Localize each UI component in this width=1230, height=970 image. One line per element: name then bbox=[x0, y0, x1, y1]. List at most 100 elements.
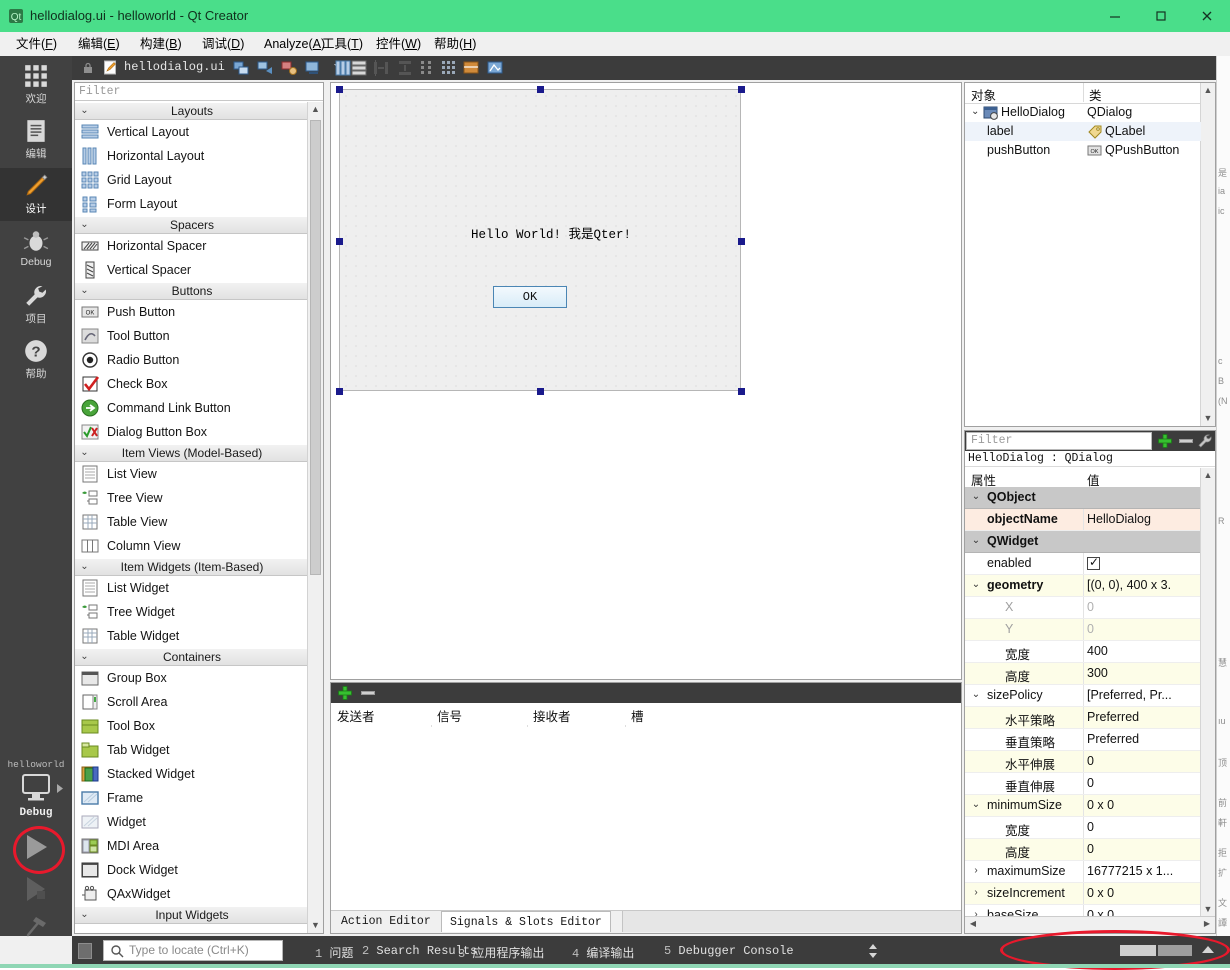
resize-handle-se[interactable] bbox=[738, 388, 745, 395]
property-row[interactable]: ⌄ QObject bbox=[965, 487, 1201, 509]
mode-welcome[interactable]: 欢迎 bbox=[0, 58, 72, 111]
property-row[interactable]: ⌄ geometry [(0, 0), 400 x 3. bbox=[965, 575, 1201, 597]
menu-调试[interactable]: 调试(D) bbox=[196, 35, 250, 53]
scroll-left-arrow[interactable]: ◀ bbox=[967, 919, 979, 930]
tab-action-editor[interactable]: Action Editor bbox=[333, 911, 439, 932]
close-button[interactable] bbox=[1184, 0, 1230, 32]
property-value[interactable]: 0 bbox=[1087, 842, 1094, 856]
layout-break-icon[interactable] bbox=[462, 59, 480, 77]
maximize-button[interactable] bbox=[1138, 0, 1184, 32]
widget-group-layouts[interactable]: ⌄ Layouts bbox=[75, 102, 309, 120]
scrollbar-thumb[interactable] bbox=[310, 120, 321, 575]
column-header-slot[interactable]: 槽 bbox=[631, 706, 644, 725]
property-row[interactable]: objectName HelloDialog bbox=[965, 509, 1201, 531]
output-pane-5[interactable]: 5 Debugger Console bbox=[664, 944, 794, 958]
property-row[interactable]: 垂直策略 Preferred bbox=[965, 729, 1201, 751]
mode-debug[interactable]: Debug bbox=[0, 223, 72, 276]
widget-group-containers[interactable]: ⌄ Containers bbox=[75, 648, 309, 666]
property-row[interactable]: 宽度 400 bbox=[965, 641, 1201, 663]
adjust-size-icon[interactable] bbox=[486, 59, 504, 77]
minus-icon[interactable] bbox=[1179, 439, 1193, 443]
chevron-down-icon[interactable]: ⌄ bbox=[971, 106, 979, 117]
property-row[interactable]: ⌄ minimumSize 0 x 0 bbox=[965, 795, 1201, 817]
column-header-receiver[interactable]: 接收者 bbox=[533, 706, 571, 725]
property-row[interactable]: › maximumSize 16777215 x 1... bbox=[965, 861, 1201, 883]
property-row[interactable]: 水平策略 Preferred bbox=[965, 707, 1201, 729]
property-value[interactable]: [(0, 0), 400 x 3. bbox=[1087, 578, 1171, 592]
widget-item-radio-button[interactable]: Radio Button bbox=[75, 348, 309, 372]
mode-edit[interactable]: 编辑 bbox=[0, 113, 72, 166]
menu-帮助[interactable]: 帮助(H) bbox=[428, 35, 482, 53]
widget-item-tree-view[interactable]: Tree View bbox=[75, 486, 309, 510]
scroll-down-arrow[interactable]: ▼ bbox=[1201, 902, 1215, 917]
form-pushbutton-widget[interactable]: OK bbox=[493, 286, 567, 308]
resize-handle-s[interactable] bbox=[537, 388, 544, 395]
menu-编辑[interactable]: 编辑(E) bbox=[72, 35, 126, 53]
widget-group-input-widgets[interactable]: ⌄ Input Widgets bbox=[75, 906, 309, 924]
property-value[interactable]: Preferred bbox=[1087, 732, 1139, 746]
mode-projects[interactable]: 项目 bbox=[0, 278, 72, 331]
locator-input[interactable]: Type to locate (Ctrl+K) bbox=[103, 940, 283, 961]
scroll-down-arrow[interactable]: ▼ bbox=[308, 918, 323, 933]
form-label-widget[interactable]: Hello World! 我是Qter! bbox=[471, 223, 631, 242]
layout-form-icon[interactable] bbox=[418, 59, 436, 77]
widget-box-scrollbar[interactable]: ▲ ▼ bbox=[307, 102, 323, 933]
scroll-up-arrow[interactable]: ▲ bbox=[1201, 83, 1215, 98]
property-value[interactable]: 0 bbox=[1087, 754, 1094, 768]
run-button[interactable] bbox=[0, 825, 72, 874]
widget-item-widget[interactable]: Widget bbox=[75, 810, 309, 834]
property-row[interactable]: Y0 bbox=[965, 619, 1201, 641]
layout-grid-icon[interactable] bbox=[440, 59, 458, 77]
widget-item-scroll-area[interactable]: Scroll Area bbox=[75, 690, 309, 714]
minus-icon[interactable] bbox=[361, 691, 375, 695]
widget-item-form-layout[interactable]: Form Layout bbox=[75, 192, 309, 216]
resize-handle-w[interactable] bbox=[336, 238, 343, 245]
widget-item-tool-box[interactable]: Tool Box bbox=[75, 714, 309, 738]
widget-item-tool-button[interactable]: Tool Button bbox=[75, 324, 309, 348]
property-editor-scrollbar[interactable]: ▲ ▼ bbox=[1200, 468, 1215, 917]
property-value[interactable]: 16777215 x 1... bbox=[1087, 864, 1173, 878]
widget-item-tree-widget[interactable]: Tree Widget bbox=[75, 600, 309, 624]
chevron-down-icon[interactable]: ⌄ bbox=[971, 579, 981, 590]
build-button[interactable] bbox=[0, 909, 72, 945]
property-row[interactable]: ⌄ sizePolicy [Preferred, Pr... bbox=[965, 685, 1201, 707]
widget-group-spacers[interactable]: ⌄ Spacers bbox=[75, 216, 309, 234]
column-header-signal[interactable]: 信号 bbox=[437, 706, 462, 725]
scroll-up-arrow[interactable]: ▲ bbox=[308, 102, 323, 117]
output-pane-4[interactable]: 4 编译输出 bbox=[572, 944, 634, 961]
output-pane-3[interactable]: 3 应用程序输出 bbox=[458, 944, 544, 961]
menu-构建[interactable]: 构建(B) bbox=[134, 35, 188, 53]
up-down-arrows-icon[interactable] bbox=[867, 944, 879, 958]
column-header-sender[interactable]: 发送者 bbox=[337, 706, 375, 725]
widget-item-list-view[interactable]: List View bbox=[75, 462, 309, 486]
property-value[interactable]: 0 bbox=[1087, 600, 1094, 614]
widget-item-table-widget[interactable]: Table Widget bbox=[75, 624, 309, 648]
property-value[interactable]: 0 x 0 bbox=[1087, 798, 1114, 812]
scroll-up-arrow[interactable]: ▲ bbox=[1201, 468, 1215, 483]
widget-group-item-widgets-item-based[interactable]: ⌄ Item Widgets (Item-Based) bbox=[75, 558, 309, 576]
resize-handle-nw[interactable] bbox=[336, 86, 343, 93]
tab-signals-slots-editor[interactable]: Signals & Slots Editor bbox=[441, 911, 611, 932]
object-inspector-scrollbar[interactable]: ▲ ▼ bbox=[1200, 83, 1215, 426]
property-filter-input[interactable]: Filter bbox=[966, 432, 1152, 450]
property-value[interactable]: 400 bbox=[1087, 644, 1108, 658]
chevron-down-icon[interactable]: ⌄ bbox=[971, 799, 981, 810]
widget-item-mdi-area[interactable]: MDI Area bbox=[75, 834, 309, 858]
property-value[interactable]: 0 bbox=[1087, 776, 1094, 790]
widget-item-qaxwidget[interactable]: QAxWidget bbox=[75, 882, 309, 906]
minimize-button[interactable] bbox=[1092, 0, 1138, 32]
widget-item-stacked-widget[interactable]: Stacked Widget bbox=[75, 762, 309, 786]
menu-控件[interactable]: 控件(W) bbox=[370, 35, 427, 53]
widget-item-vertical-layout[interactable]: Vertical Layout bbox=[75, 120, 309, 144]
widget-item-grid-layout[interactable]: Grid Layout bbox=[75, 168, 309, 192]
property-row[interactable]: 水平伸展 0 bbox=[965, 751, 1201, 773]
widget-item-frame[interactable]: Frame bbox=[75, 786, 309, 810]
widget-item-list-widget[interactable]: List Widget bbox=[75, 576, 309, 600]
menu-文件[interactable]: 文件(F) bbox=[10, 35, 63, 53]
property-row[interactable]: X0 bbox=[965, 597, 1201, 619]
dialog-form[interactable]: Hello World! 我是Qter! OK bbox=[339, 89, 741, 391]
plus-icon[interactable] bbox=[1157, 433, 1173, 449]
property-value[interactable]: Preferred bbox=[1087, 710, 1139, 724]
resize-handle-n[interactable] bbox=[537, 86, 544, 93]
signals-slots-rows[interactable] bbox=[331, 727, 961, 891]
